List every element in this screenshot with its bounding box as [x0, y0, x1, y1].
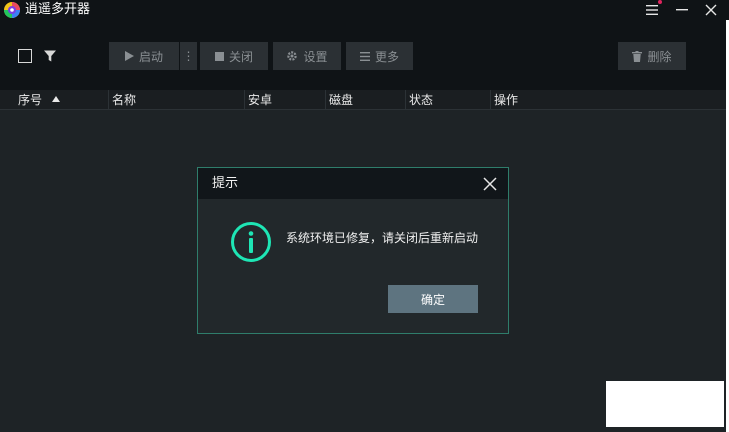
column-divider	[108, 90, 109, 110]
column-divider	[244, 90, 245, 110]
stop-icon	[214, 51, 224, 61]
dialog-title: 提示	[212, 176, 239, 191]
info-icon	[231, 222, 271, 262]
column-header-index[interactable]: 序号	[16, 90, 42, 110]
start-button[interactable]: 启动	[109, 42, 179, 70]
gear-icon	[287, 51, 298, 61]
settings-button[interactable]: 设置	[273, 42, 341, 70]
app-title: 逍遥多开器	[25, 2, 91, 17]
column-header-disk[interactable]: 磁盘	[327, 90, 353, 110]
dialog-header: 提示	[198, 168, 508, 199]
title-bar: 逍遥多开器	[0, 0, 729, 20]
table-header: 序号 名称 安卓 磁盘 状态 操作	[0, 90, 729, 110]
more-button[interactable]: 更多	[346, 42, 413, 70]
column-divider	[405, 90, 406, 110]
memu-logo-icon	[4, 2, 20, 18]
column-divider	[325, 90, 326, 110]
column-divider	[490, 90, 491, 110]
filter-icon[interactable]	[43, 49, 57, 63]
stop-label: 关闭	[228, 49, 253, 64]
select-all-checkbox[interactable]	[18, 49, 32, 63]
notification-dot	[658, 0, 662, 4]
confirm-button[interactable]: 确定	[388, 285, 478, 313]
column-header-name[interactable]: 名称	[110, 90, 136, 110]
blank-overlay	[606, 381, 724, 427]
sort-ascending-icon[interactable]	[52, 96, 60, 102]
minimize-icon	[676, 9, 688, 11]
column-header-actions[interactable]: 操作	[492, 90, 518, 110]
start-label: 启动	[138, 49, 163, 64]
settings-label: 设置	[303, 49, 328, 64]
more-label: 更多	[374, 49, 399, 64]
start-options-button[interactable]: ⋮	[180, 42, 197, 70]
dialog-close-icon[interactable]	[482, 176, 498, 192]
list-icon	[359, 51, 370, 61]
column-header-android[interactable]: 安卓	[246, 90, 272, 110]
stop-button[interactable]: 关闭	[200, 42, 268, 70]
delete-button[interactable]: 删除	[618, 42, 686, 70]
menu-icon	[646, 5, 658, 15]
play-icon	[124, 51, 134, 61]
close-icon	[705, 4, 717, 16]
dialog-message: 系统环境已修复，请关闭后重新启动	[286, 231, 479, 245]
more-dots-icon: ⋮	[182, 49, 195, 63]
alert-dialog: 提示 系统环境已修复，请关闭后重新启动 确定	[197, 167, 509, 334]
column-header-status[interactable]: 状态	[407, 90, 433, 110]
close-window-button[interactable]	[699, 0, 723, 20]
minimize-button[interactable]	[670, 0, 694, 20]
delete-label: 删除	[647, 49, 672, 64]
toolbar: 启动 ⋮ 关闭 设置 更多 删除	[0, 20, 729, 90]
confirm-label: 确定	[420, 292, 445, 307]
trash-icon	[632, 50, 643, 62]
